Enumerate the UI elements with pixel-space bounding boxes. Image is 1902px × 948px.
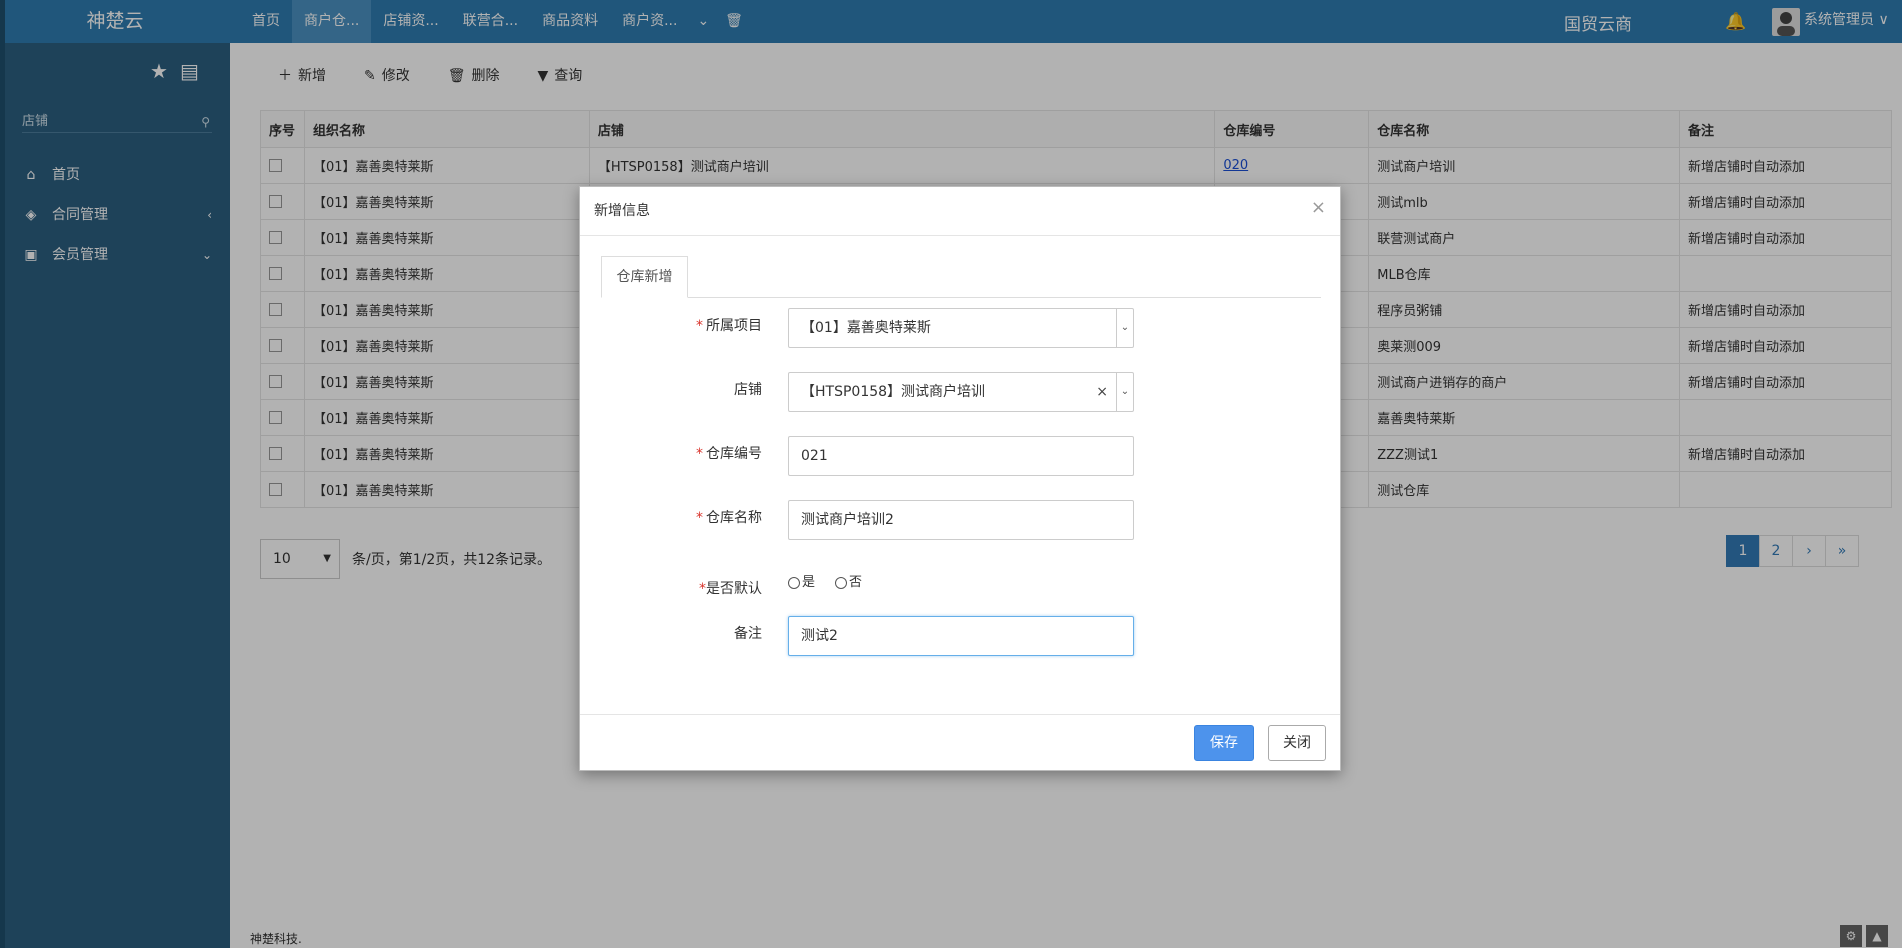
default-label-text: 是否默认 [706,581,762,597]
form-row-name: * 仓库名称 测试商户培训2 [580,500,1342,540]
warehouse-name-input[interactable]: 测试商户培训2 [788,500,1134,540]
dialog-header: 新增信息 × [580,187,1340,236]
warehouse-code-input[interactable]: 021 [788,436,1134,476]
project-label: * 所属项目 [696,308,762,344]
dialog-title: 新增信息 [594,203,650,219]
required-mark: * [696,510,703,526]
clear-icon[interactable]: × [1096,373,1108,411]
close-icon[interactable]: × [1311,197,1326,218]
name-label-text: 仓库名称 [706,510,762,526]
store-select[interactable]: 【HTSP0158】测试商户培训 × ⌄ [788,372,1134,412]
store-select-value: 【HTSP0158】测试商户培训 [801,384,986,400]
note-input[interactable]: 测试2 [788,616,1134,656]
chevron-down-icon[interactable]: ⌄ [1116,309,1133,347]
required-mark: * [696,446,703,462]
form-row-store: 店铺 【HTSP0158】测试商户培训 × ⌄ [580,372,1342,412]
form-row-project: * 所属项目 【01】嘉善奥特莱斯 ⌄ [580,308,1342,348]
required-mark: * [696,318,703,334]
close-button[interactable]: 关闭 [1268,725,1326,761]
default-yes-label: 是 [802,575,816,590]
project-label-text: 所属项目 [706,318,762,334]
code-label: * 仓库编号 [696,436,762,472]
chevron-down-icon[interactable]: ⌄ [1116,373,1133,411]
form-row-default: *是否默认 是 否 [580,565,1342,605]
code-label-text: 仓库编号 [706,446,762,462]
default-radio-group: 是 否 [788,565,862,601]
store-label: 店铺 [734,382,762,398]
dialog-tabs: 仓库新增 [601,256,1321,298]
default-no-radio[interactable]: 否 [835,565,862,601]
radio-circle[interactable] [835,577,848,589]
project-select[interactable]: 【01】嘉善奥特莱斯 ⌄ [788,308,1134,348]
dialog-footer: 保存 关闭 [580,714,1340,770]
add-info-dialog: 新增信息 × 仓库新增 * 所属项目 【01】嘉善奥特莱斯 ⌄ 店铺 【HTSP0… [579,186,1341,771]
default-no-label: 否 [849,575,863,590]
required-mark: * [699,581,706,597]
default-yes-radio[interactable]: 是 [788,565,815,601]
form-row-note: 备注 测试2 [580,616,1342,656]
radio-circle[interactable] [788,577,800,589]
form-row-code: * 仓库编号 021 [580,436,1342,476]
note-label: 备注 [734,626,762,642]
project-select-value: 【01】嘉善奥特莱斯 [801,320,931,336]
default-label: *是否默认 [699,571,762,607]
save-button[interactable]: 保存 [1194,725,1254,761]
name-label: * 仓库名称 [696,500,762,536]
tab-warehouse-add[interactable]: 仓库新增 [601,256,688,298]
